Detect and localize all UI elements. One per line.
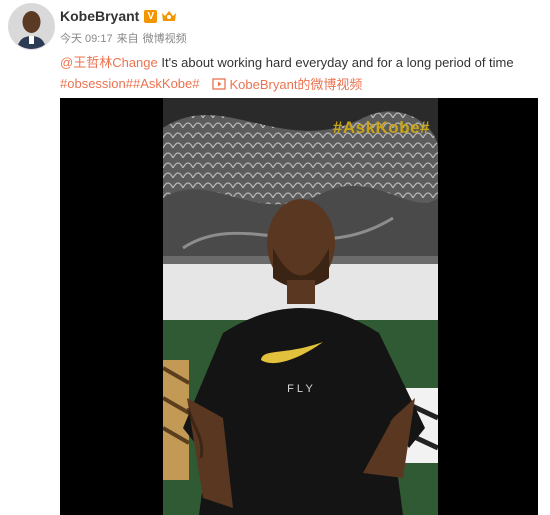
shirt-text: F L Y xyxy=(287,383,313,395)
member-icon[interactable] xyxy=(161,9,177,23)
hashtag-link[interactable]: #AskKobe# xyxy=(133,76,200,91)
mention-link[interactable]: @王哲林Change xyxy=(60,55,158,70)
hashtag-link[interactable]: #obsession# xyxy=(60,76,133,91)
weibo-post: KobeBryant V 今天 09:17 来自 微博视频 @王哲林Change… xyxy=(0,0,550,515)
post-source[interactable]: 微博视频 xyxy=(143,30,187,46)
avatar[interactable] xyxy=(8,3,55,50)
video-frame-image: F L Y xyxy=(163,98,438,515)
post-time[interactable]: 今天 09:17 xyxy=(60,30,113,46)
author-name[interactable]: KobeBryant xyxy=(60,8,139,24)
video-frame[interactable]: F L Y #AskKobe# xyxy=(163,98,438,515)
video-icon xyxy=(211,77,226,90)
video-player[interactable]: F L Y #AskKobe# xyxy=(60,98,538,515)
verified-badge-icon: V xyxy=(144,9,158,23)
post-text: @王哲林Change It's about working hard every… xyxy=(60,52,514,71)
video-link-label: KobeBryant的微博视频 xyxy=(229,77,363,92)
post-text-body: It's about working hard everyday and for… xyxy=(157,55,514,70)
video-overlay-tag: #AskKobe# xyxy=(332,118,430,137)
video-link[interactable]: KobeBryant的微博视频 xyxy=(211,74,363,93)
source-prefix: 来自 xyxy=(116,33,139,45)
